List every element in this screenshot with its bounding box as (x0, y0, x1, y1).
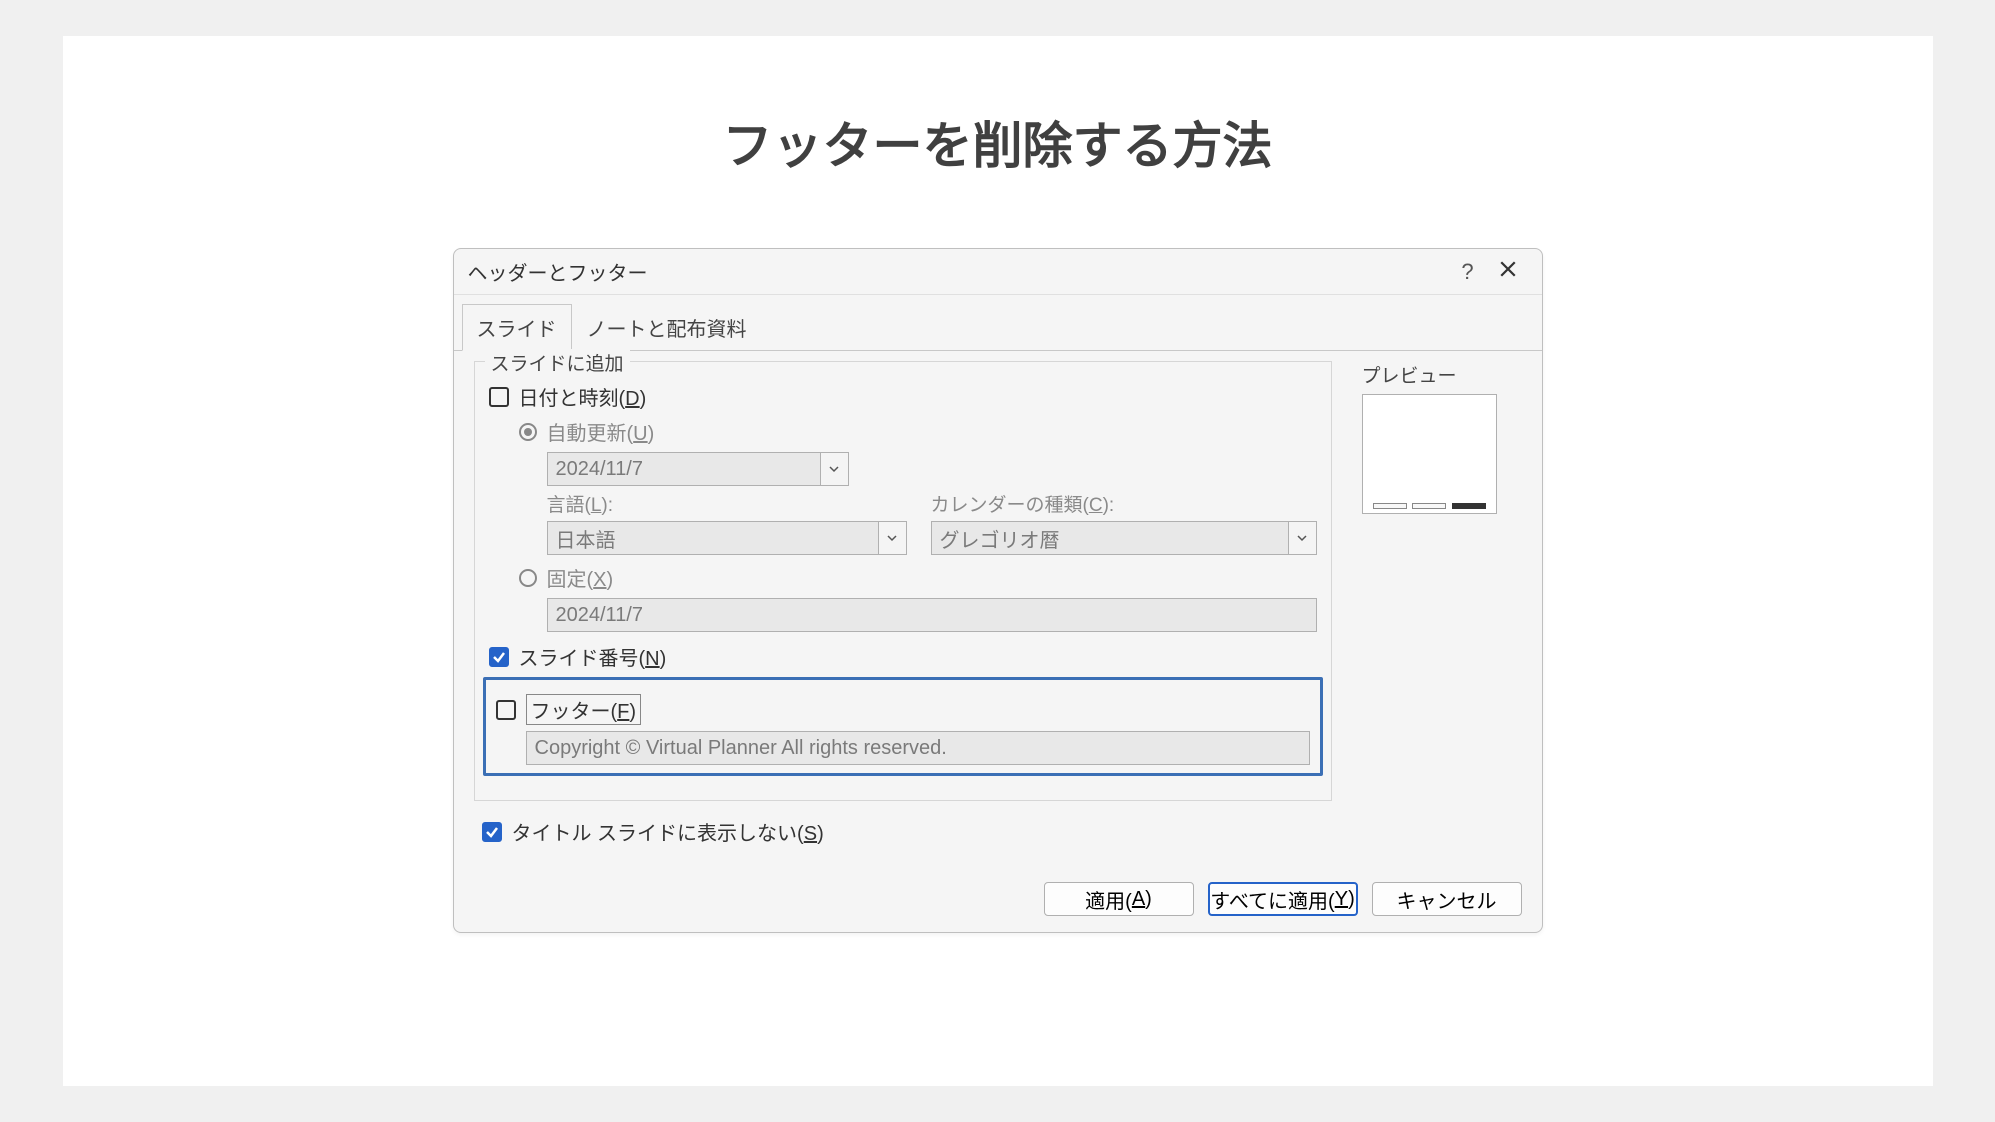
datetime-label: 日付と時刻(D) (519, 382, 647, 411)
close-button[interactable] (1488, 258, 1528, 286)
auto-update-radio[interactable] (519, 423, 537, 441)
auto-date-combo-wrap: 2024/11/7 (489, 452, 849, 486)
footer-row: フッター(F) (496, 694, 1310, 725)
preview-legend: プレビュー (1362, 361, 1522, 388)
tab-slide[interactable]: スライド (462, 304, 572, 351)
slidenum-checkbox[interactable] (489, 647, 509, 667)
fixed-value-wrap: 2024/11/7 (489, 598, 1317, 632)
apply-all-button[interactable]: すべてに適用(Y) (1208, 882, 1358, 916)
chevron-down-icon (878, 522, 906, 554)
help-button[interactable]: ? (1448, 259, 1488, 285)
preview-slot-right (1452, 503, 1486, 509)
datetime-checkbox[interactable] (489, 387, 509, 407)
slide: フッターを削除する方法 ヘッダーとフッター ? スライド ノートと配布資料 スラ… (63, 36, 1933, 1086)
footer-checkbox[interactable] (496, 700, 516, 720)
footer-highlight: フッター(F) Copyright © Virtual Planner All … (483, 677, 1323, 776)
fixed-row: 固定(X) (489, 563, 1317, 592)
fixed-date-value[interactable]: 2024/11/7 (547, 598, 1317, 632)
footer-text[interactable]: Copyright © Virtual Planner All rights r… (526, 731, 1310, 765)
fixed-label: 固定(X) (547, 563, 614, 592)
dialog-titlebar: ヘッダーとフッター ? (454, 249, 1542, 295)
dialog-title: ヘッダーとフッター (468, 257, 1448, 286)
lang-cal-row: 言語(L): 日本語 カレンダーの種類(C): (489, 490, 1317, 555)
add-to-slide-group: スライドに追加 日付と時刻(D) 自動更新(U) (474, 361, 1332, 801)
chevron-down-icon (1288, 522, 1316, 554)
auto-date-value: 2024/11/7 (548, 453, 820, 485)
tab-notes[interactable]: ノートと配布資料 (572, 304, 762, 351)
language-value: 日本語 (548, 522, 878, 554)
calendar-combo[interactable]: グレゴリオ暦 (931, 521, 1317, 555)
cancel-button[interactable]: キャンセル (1372, 882, 1522, 916)
footer-label: フッター(F) (526, 694, 642, 725)
auto-update-row: 自動更新(U) (489, 417, 1317, 446)
fixed-radio[interactable] (519, 569, 537, 587)
preview-box (1362, 394, 1497, 514)
hide-title-checkbox[interactable] (482, 822, 502, 842)
apply-button[interactable]: 適用(A) (1044, 882, 1194, 916)
datetime-row: 日付と時刻(D) (489, 382, 1317, 411)
preview-slot-center (1412, 503, 1446, 509)
auto-update-label: 自動更新(U) (547, 417, 655, 446)
header-footer-dialog: ヘッダーとフッター ? スライド ノートと配布資料 スライドに追加 日付と時刻(… (453, 248, 1543, 933)
dialog-buttons: 適用(A) すべてに適用(Y) キャンセル (454, 866, 1542, 932)
hide-title-row: タイトル スライドに表示しない(S) (454, 817, 1542, 846)
slidenum-row: スライド番号(N) (489, 642, 1317, 671)
auto-date-combo[interactable]: 2024/11/7 (547, 452, 849, 486)
preview-slot-left (1373, 503, 1407, 509)
language-label: 言語(L): (547, 490, 907, 517)
calendar-label: カレンダーの種類(C): (931, 490, 1317, 517)
hide-title-label: タイトル スライドに表示しない(S) (512, 817, 824, 846)
language-combo[interactable]: 日本語 (547, 521, 907, 555)
calendar-col: カレンダーの種類(C): グレゴリオ暦 (931, 490, 1317, 555)
preview-column: プレビュー (1362, 361, 1522, 801)
close-icon (1499, 260, 1517, 283)
chevron-down-icon (820, 453, 848, 485)
language-col: 言語(L): 日本語 (547, 490, 907, 555)
dialog-body: スライドに追加 日付と時刻(D) 自動更新(U) (454, 351, 1542, 871)
slidenum-label: スライド番号(N) (519, 642, 667, 671)
slide-title: フッターを削除する方法 (723, 106, 1273, 178)
calendar-value: グレゴリオ暦 (932, 522, 1288, 554)
tab-strip: スライド ノートと配布資料 (454, 295, 1542, 351)
footer-text-wrap: Copyright © Virtual Planner All rights r… (496, 731, 1310, 765)
group-legend: スライドに追加 (485, 349, 630, 376)
